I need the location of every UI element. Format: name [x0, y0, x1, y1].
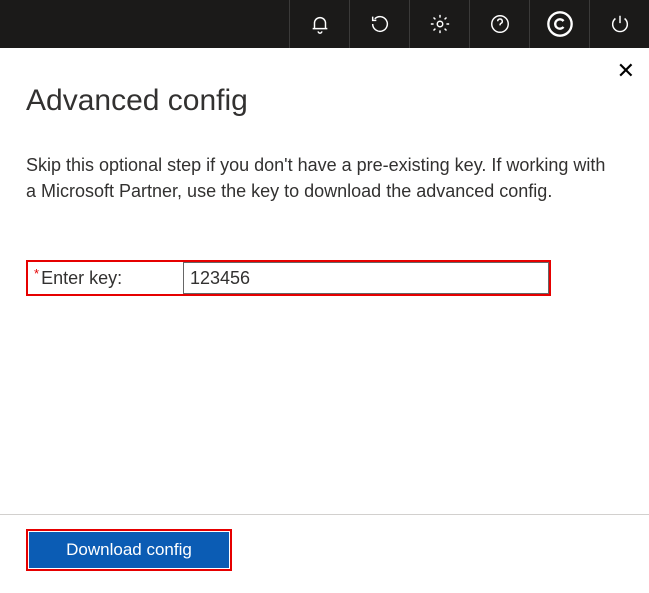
dialog-footer: Download config: [0, 514, 649, 593]
copyright-button[interactable]: [529, 0, 589, 48]
copyright-icon: [546, 10, 574, 38]
top-toolbar: [0, 0, 649, 48]
advanced-config-dialog: ✕ Advanced config Skip this optional ste…: [0, 48, 649, 296]
close-button[interactable]: ✕: [617, 60, 635, 82]
help-icon: [489, 13, 511, 35]
bell-icon: [309, 13, 331, 35]
enter-key-label: Enter key:: [41, 268, 122, 289]
enter-key-label-wrap: * Enter key:: [28, 262, 183, 294]
page-title: Advanced config: [26, 48, 623, 152]
power-icon: [609, 13, 631, 35]
refresh-icon: [369, 13, 391, 35]
required-marker: *: [34, 262, 39, 281]
settings-button[interactable]: [409, 0, 469, 48]
dialog-description: Skip this optional step if you don't hav…: [26, 152, 623, 204]
enter-key-field-row: * Enter key:: [26, 260, 551, 296]
enter-key-input[interactable]: [183, 262, 549, 294]
download-config-highlight: Download config: [26, 529, 232, 571]
refresh-button[interactable]: [349, 0, 409, 48]
gear-icon: [429, 13, 451, 35]
close-icon: ✕: [617, 58, 635, 83]
power-button[interactable]: [589, 0, 649, 48]
notifications-button[interactable]: [289, 0, 349, 48]
help-button[interactable]: [469, 0, 529, 48]
download-config-button[interactable]: Download config: [29, 532, 229, 568]
